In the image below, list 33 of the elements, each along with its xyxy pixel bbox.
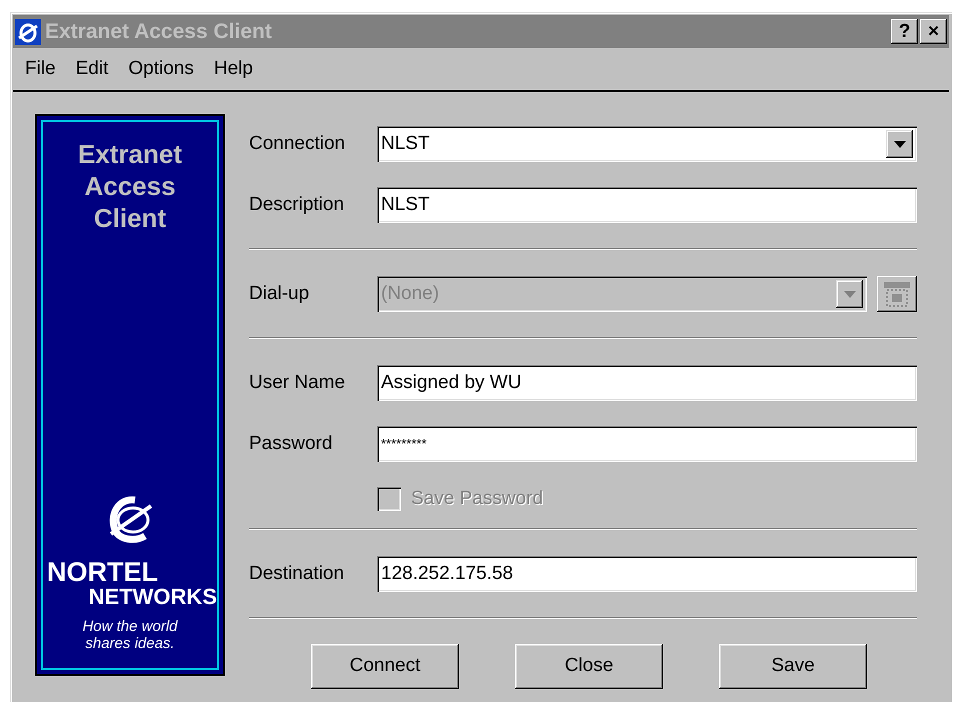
dropdown-arrow-icon [844, 290, 856, 298]
window-title: Extranet Access Client [45, 18, 273, 45]
dropdown-arrow-icon [894, 140, 906, 148]
input-field[interactable]: 128.252.175.58 [377, 556, 917, 592]
field-label: Description [249, 192, 346, 217]
brand-name: NORTEL [47, 558, 158, 586]
dialog-button[interactable]: Connect [311, 644, 459, 689]
menu-item[interactable]: Options [118, 54, 204, 84]
field-label: Destination [249, 562, 346, 586]
brand-name: NETWORKS [88, 586, 217, 608]
close-button[interactable]: × [920, 19, 947, 44]
panel-title: Extranet Access Client [78, 138, 182, 234]
phone-icon [883, 281, 911, 307]
globe-icon [15, 18, 41, 44]
dropdown-value: NLST [381, 132, 430, 156]
input-field[interactable]: NLST [377, 187, 917, 223]
field-label: User Name [249, 370, 346, 395]
password-field[interactable]: ********* [377, 426, 917, 462]
checkbox-label: Save Password [411, 486, 544, 511]
menu-item[interactable]: Help [204, 54, 263, 84]
field-label: Dial-up [249, 282, 310, 306]
dropdown-value: (None) [381, 282, 440, 306]
field-label: Password [249, 432, 334, 456]
dropdown-button[interactable] [886, 130, 913, 158]
tagline: How the world shares ideas. [82, 618, 178, 652]
input-field[interactable]: Assigned by WU [377, 365, 917, 401]
field-label: Connection [249, 132, 346, 156]
dropdown-field[interactable]: NLST [377, 126, 917, 162]
menu-item[interactable]: Edit [66, 54, 118, 84]
dialog-button[interactable]: Close [515, 644, 663, 689]
title-bar-button[interactable]: ? [891, 19, 918, 44]
menu-item[interactable]: File [15, 54, 66, 84]
dialog-button[interactable]: Save [719, 644, 867, 689]
